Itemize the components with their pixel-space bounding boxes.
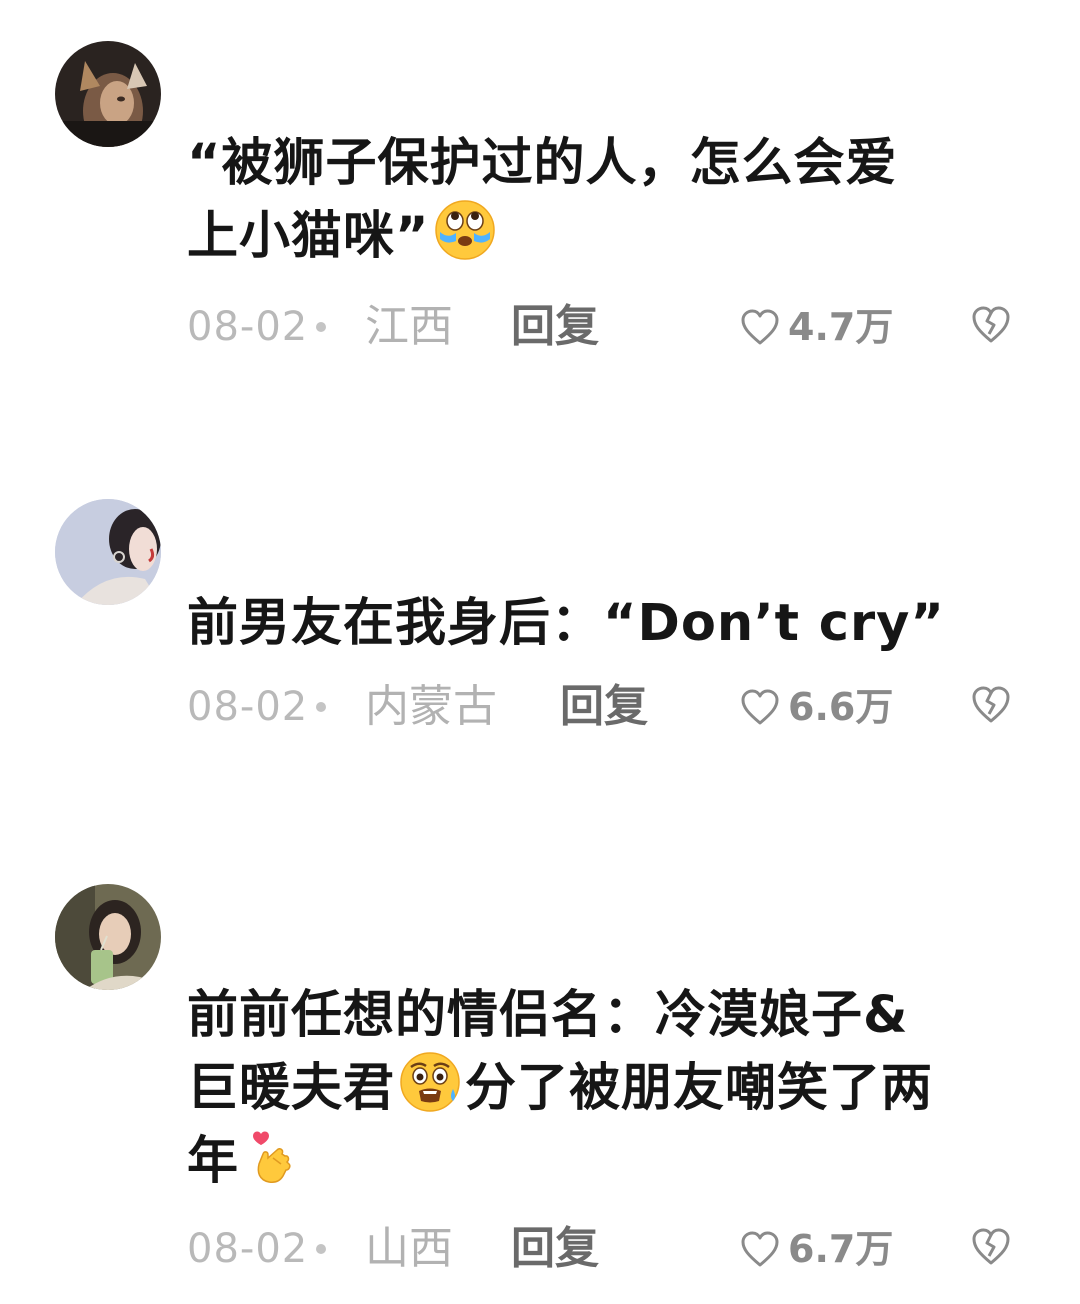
avatar-image xyxy=(55,884,161,990)
reply-button[interactable]: 回复 xyxy=(560,679,648,735)
separator-dot xyxy=(316,1244,326,1254)
comment-date: 08-02 xyxy=(187,1226,309,1272)
comment-meta: 08-02 内蒙古 回复 6.6万 xyxy=(187,679,1047,735)
avatar[interactable] xyxy=(55,884,161,990)
comment-text-line: 年 xyxy=(187,1132,240,1191)
comment-text-line: 前前任想的情侣名：冷漠娘子& xyxy=(187,986,909,1045)
comment-meta: 08-02 江西 回复 4.7万 xyxy=(187,299,1047,355)
comment-text: “被狮子保护过的人，怎么会爱 上小猫咪” xyxy=(187,128,1047,272)
comment-text-line: 分了被朋友嘲笑了两 xyxy=(465,1059,934,1118)
comment-region: 内蒙古 xyxy=(365,681,497,732)
heart-outline-icon xyxy=(741,1231,779,1267)
like-button[interactable]: 4.7万 xyxy=(740,299,893,355)
shocked-sweat-emoji-icon xyxy=(400,1052,460,1112)
broken-heart-icon[interactable] xyxy=(970,1226,1012,1266)
like-button[interactable]: 6.7万 xyxy=(740,1221,893,1277)
comment-text-line: 前男友在我身后：“Don’t cry” xyxy=(187,594,945,653)
avatar-image xyxy=(55,499,161,605)
comment-date: 08-02 xyxy=(187,304,309,350)
broken-heart-icon[interactable] xyxy=(970,304,1012,344)
like-button[interactable]: 6.6万 xyxy=(740,679,893,735)
comment-text: 前男友在我身后：“Don’t cry” xyxy=(187,588,1047,659)
comment-date: 08-02 xyxy=(187,684,309,730)
broken-heart-icon[interactable] xyxy=(970,684,1012,724)
reply-button[interactable]: 回复 xyxy=(511,1221,599,1277)
finger-heart-emoji-icon xyxy=(253,1131,291,1183)
comment-text: 前前任想的情侣名：冷漠娘子& 巨暖夫君 分了被朋友嘲笑了两 年 xyxy=(187,980,1047,1197)
like-count: 4.7万 xyxy=(788,305,894,349)
eyes-up-crying-emoji-icon xyxy=(434,200,495,260)
heart-outline-icon xyxy=(741,309,779,345)
comment-meta: 08-02 山西 回复 6.7万 xyxy=(187,1221,1047,1277)
like-count: 6.7万 xyxy=(788,1227,894,1271)
comment-text-line: 巨暖夫君 xyxy=(187,1059,396,1118)
separator-dot xyxy=(316,322,326,332)
reply-button[interactable]: 回复 xyxy=(511,299,599,355)
comment-text-line: 上小猫咪” xyxy=(187,207,430,266)
heart-outline-icon xyxy=(741,689,779,725)
comment-region: 江西 xyxy=(365,301,453,352)
like-count: 6.6万 xyxy=(788,685,894,729)
comment-text-line: “被狮子保护过的人，怎么会爱 xyxy=(187,134,898,193)
avatar[interactable] xyxy=(55,41,161,147)
avatar[interactable] xyxy=(55,499,161,605)
comment-region: 山西 xyxy=(365,1223,453,1274)
separator-dot xyxy=(316,702,326,712)
avatar-image xyxy=(55,41,161,147)
